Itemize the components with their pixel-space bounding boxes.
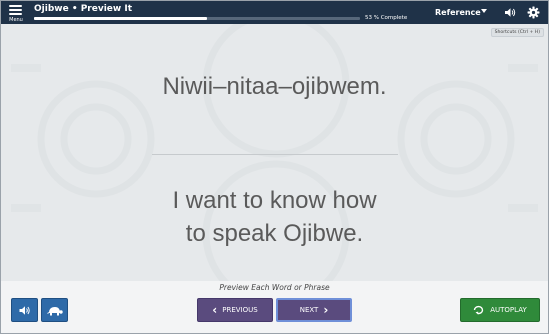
hamburger-icon-line xyxy=(9,13,22,15)
chevron-right-icon: › xyxy=(323,303,329,317)
progress-bar xyxy=(34,17,360,20)
ojibwe-phrase: Niwii–nitaa–ojibwem. xyxy=(162,73,387,100)
english-line-1: I want to know how xyxy=(172,187,377,214)
previous-label: PREVIOUS xyxy=(222,306,258,314)
progress-bar-fill xyxy=(34,17,207,20)
turtle-icon xyxy=(46,306,63,315)
menu-button[interactable]: Menu xyxy=(5,2,27,24)
next-button[interactable]: NEXT › xyxy=(276,298,352,322)
flashcard-stage: Niwii–nitaa–ojibwem. I want to know how … xyxy=(1,24,548,281)
app-window: Menu Ojibwe • Preview It 53 % Complete R… xyxy=(0,0,549,334)
divider xyxy=(152,154,398,155)
chevron-down-icon[interactable] xyxy=(481,9,487,13)
english-translation: I want to know how to speak Ojibwe. xyxy=(1,184,548,250)
top-bar: Menu Ojibwe • Preview It 53 % Complete R… xyxy=(1,1,548,24)
reference-menu[interactable]: Reference xyxy=(435,8,481,17)
speaker-icon xyxy=(19,305,30,315)
english-line-2: to speak Ojibwe. xyxy=(185,220,364,247)
hamburger-icon-line xyxy=(9,9,22,11)
course-title: Ojibwe • Preview It xyxy=(34,4,132,14)
next-label: NEXT xyxy=(299,306,319,314)
autoplay-label: AUTOPLAY xyxy=(490,306,527,314)
previous-button[interactable]: ‹ PREVIOUS xyxy=(197,298,273,322)
autoplay-button[interactable]: AUTOPLAY xyxy=(460,298,540,322)
gear-icon[interactable] xyxy=(527,6,540,19)
chevron-left-icon: ‹ xyxy=(212,303,218,317)
play-audio-button[interactable] xyxy=(11,298,38,322)
hamburger-icon xyxy=(9,5,22,7)
progress-text: 53 % Complete xyxy=(365,15,408,21)
speaker-icon[interactable] xyxy=(504,7,516,18)
play-slow-button[interactable] xyxy=(41,298,68,322)
instruction-text: Preview Each Word or Phrase xyxy=(219,283,330,292)
autoplay-icon xyxy=(474,305,484,315)
shortcuts-hint[interactable]: Shortcuts (Ctrl + H) xyxy=(490,28,544,37)
menu-label: Menu xyxy=(9,17,23,23)
